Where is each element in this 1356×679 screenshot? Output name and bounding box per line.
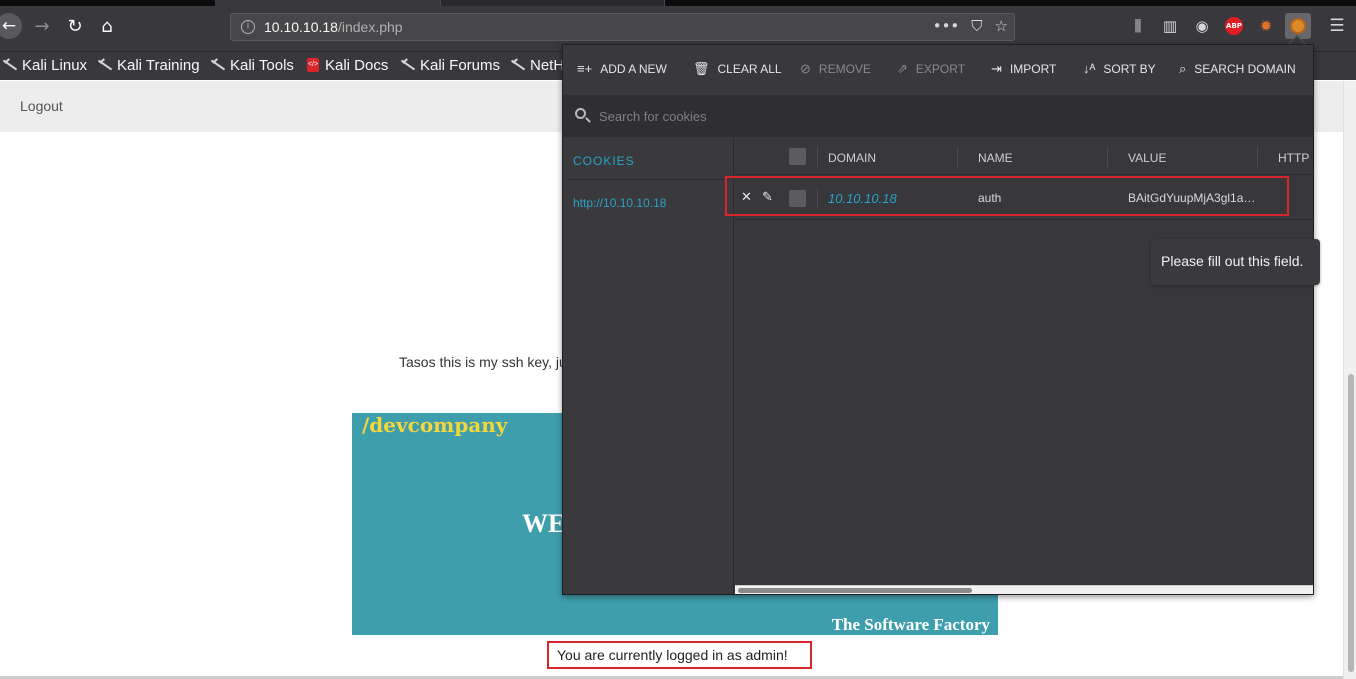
- url-path: /index.php: [337, 19, 403, 35]
- kali-dragon-icon: [510, 58, 524, 72]
- banner-heading: WE: [522, 509, 566, 538]
- url-host: 10.10.10.18: [264, 19, 338, 35]
- bookmark-label: NetH: [530, 56, 565, 74]
- trash-icon: 🗑: [693, 61, 710, 76]
- clear-label: CLEAR ALL: [717, 62, 782, 76]
- sidebar-item-domain[interactable]: http://10.10.10.18: [573, 196, 666, 210]
- reload-icon: ↻: [67, 15, 83, 37]
- bookmark-kali-forums[interactable]: Kali Forums: [400, 54, 500, 76]
- sort-label: SORT BY: [1103, 61, 1156, 76]
- import-icon: ⇥: [991, 61, 1002, 76]
- export-icon: ⇗: [897, 61, 908, 76]
- search-icon: [575, 108, 586, 119]
- bookmark-kali-docs[interactable]: </> Kali Docs: [307, 54, 388, 76]
- bookmark-kali-linux[interactable]: Kali Linux: [2, 54, 87, 76]
- sidebar-divider: [569, 179, 729, 180]
- docs-icon: </>: [307, 58, 319, 72]
- reload-button[interactable]: ↻: [61, 12, 89, 40]
- pocket-icon[interactable]: ⛉: [971, 17, 982, 35]
- sort-az-icon: ↓ᴬ: [1083, 61, 1096, 76]
- column-header-http[interactable]: HTTP: [1278, 151, 1309, 165]
- info-icon[interactable]: i: [241, 20, 255, 34]
- tab-other[interactable]: [440, 0, 665, 6]
- url-text[interactable]: 10.10.10.18/index.php: [264, 19, 403, 35]
- search-domain-button[interactable]: ⌕ SEARCH DOMAIN: [1179, 61, 1296, 77]
- kali-dragon-icon: [400, 58, 414, 72]
- bookmark-label: Kali Docs: [325, 56, 389, 74]
- table-header: DOMAIN NAME VALUE HTTP: [735, 137, 1313, 175]
- home-icon: ⌂: [101, 15, 113, 37]
- remove-label: REMOVE: [818, 62, 871, 76]
- bookmark-label: Kali Forums: [420, 56, 501, 74]
- bookmark-label: Kali Tools: [230, 56, 294, 74]
- scrollbar-thumb[interactable]: [1348, 374, 1354, 672]
- select-all-checkbox[interactable]: [789, 148, 806, 165]
- arrow-left-icon: ←: [1, 16, 17, 36]
- tab-active[interactable]: [215, 0, 440, 6]
- bookmark-label: Kali Training: [117, 56, 200, 74]
- column-header-domain[interactable]: DOMAIN: [828, 151, 876, 165]
- column-separator: [957, 147, 958, 167]
- add-label: ADD A NEW: [600, 61, 667, 76]
- cookie-toolbar: ≡+ ADD A NEW 🗑 CLEAR ALL ⊘ REMOVE ⇗ EXPORT ⇥…: [563, 45, 1313, 95]
- menu-icon[interactable]: ☰: [1327, 16, 1347, 36]
- adblock-icon[interactable]: ABP: [1225, 17, 1243, 35]
- kali-dragon-icon: [97, 58, 111, 72]
- kali-dragon-icon: [2, 58, 16, 72]
- cookie-sidebar: COOKIES http://10.10.10.18: [563, 137, 734, 594]
- kali-dragon-icon: [210, 58, 224, 72]
- page-actions-icon[interactable]: •••: [933, 17, 960, 35]
- logout-link[interactable]: Logout: [20, 98, 63, 114]
- add-cookie-button[interactable]: ≡+ ADD A NEW: [577, 61, 667, 76]
- sort-by-button[interactable]: ↓ᴬ SORT BY: [1083, 61, 1156, 76]
- magnifier-icon: ⌕: [1179, 61, 1187, 76]
- column-header-name[interactable]: NAME: [978, 151, 1013, 165]
- cookie-search-input[interactable]: [599, 105, 1279, 127]
- column-separator: [1257, 147, 1258, 167]
- bookmark-kali-tools[interactable]: Kali Tools: [210, 54, 294, 76]
- page-scrollbar[interactable]: [1343, 81, 1356, 679]
- export-label: EXPORT: [915, 62, 966, 76]
- clear-all-button[interactable]: 🗑 CLEAR ALL: [693, 61, 782, 77]
- cookie-search-row: [563, 95, 1313, 137]
- row-highlight-box: [725, 176, 1289, 216]
- forward-button[interactable]: →: [28, 12, 56, 40]
- import-label: IMPORT: [1009, 62, 1057, 76]
- arrow-right-icon: →: [34, 15, 50, 37]
- export-button[interactable]: ⇗ EXPORT: [897, 61, 965, 77]
- block-icon: ⊘: [800, 61, 811, 76]
- bookmark-kali-training[interactable]: Kali Training: [97, 54, 200, 76]
- add-list-icon: ≡+: [577, 61, 593, 76]
- sidebar-title: COOKIES: [573, 154, 635, 168]
- back-button[interactable]: ←: [0, 13, 22, 39]
- validation-tooltip: Please fill out this field.: [1151, 239, 1320, 285]
- import-button[interactable]: ⇥ IMPORT: [991, 61, 1056, 77]
- tab-strip: [0, 0, 1356, 6]
- table-horizontal-scrollbar[interactable]: [735, 585, 1313, 594]
- banner-tagline: The Software Factory: [831, 615, 990, 634]
- logged-in-status: You are currently logged in as admin!: [547, 641, 812, 669]
- account-icon[interactable]: ◉: [1192, 16, 1212, 36]
- search-domain-label: SEARCH DOMAIN: [1194, 62, 1296, 76]
- sidebar-icon[interactable]: ▥: [1160, 16, 1180, 36]
- cookie-icon: [1290, 18, 1306, 34]
- remove-button[interactable]: ⊘ REMOVE: [800, 61, 871, 77]
- bookmark-label: Kali Linux: [22, 56, 88, 74]
- url-bar[interactable]: i 10.10.10.18/index.php ••• ⛉ ☆: [230, 13, 1015, 41]
- library-icon[interactable]: ⫼: [1128, 16, 1148, 36]
- home-button[interactable]: ⌂: [93, 12, 121, 40]
- ssh-key-message: Tasos this is my ssh key, ju: [399, 354, 567, 370]
- cookie-editor-popup: ≡+ ADD A NEW 🗑 CLEAR ALL ⊘ REMOVE ⇗ EXPORT ⇥…: [562, 44, 1314, 595]
- horizontal-scroll-thumb[interactable]: [738, 588, 972, 593]
- bookmark-star-icon[interactable]: ☆: [995, 17, 1008, 35]
- bookmark-neth[interactable]: NetH: [510, 54, 564, 76]
- url-actions: ••• ⛉ ☆: [933, 17, 1008, 35]
- column-separator: [1107, 147, 1108, 167]
- column-separator: [817, 147, 818, 167]
- cookie-editor-button[interactable]: [1285, 13, 1311, 39]
- banner-brand: /devcompany: [362, 413, 508, 437]
- column-header-value[interactable]: VALUE: [1128, 151, 1166, 165]
- extension-icon[interactable]: ✹: [1256, 16, 1276, 36]
